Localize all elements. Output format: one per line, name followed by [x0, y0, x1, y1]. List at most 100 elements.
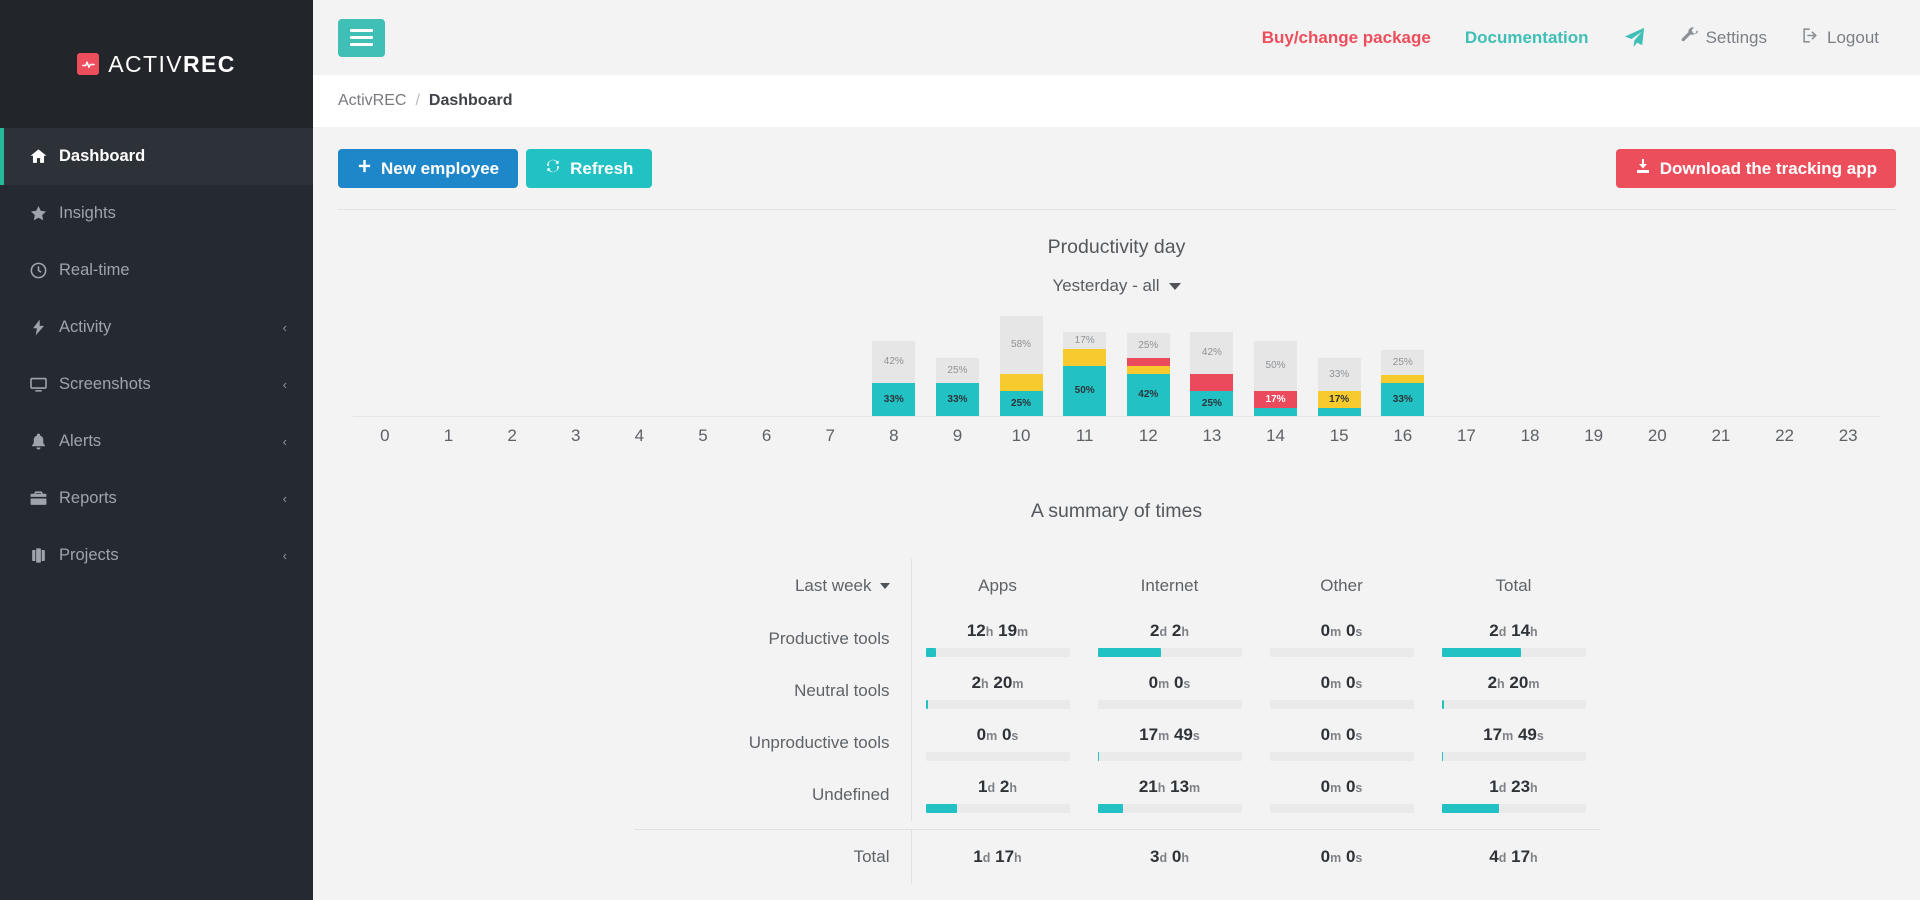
chart-bar-hour-11[interactable]: 17% 50% — [1063, 332, 1107, 416]
table-total-row: Total 1d 17h 3d 0h 0m 0s 4d 17h — [634, 830, 1600, 884]
chart-bar-hour-16[interactable]: 25% 33% — [1381, 350, 1425, 416]
chart-segment-productive: 25% — [1190, 391, 1234, 416]
cell-value: 2d 2h — [1150, 621, 1189, 640]
productivity-range-selector[interactable]: Yesterday - all — [313, 276, 1920, 296]
sidebar: ACTIVREC Dashboard Insights Real-time Activ… — [0, 0, 313, 900]
xaxis-tick-15: 15 — [1329, 426, 1349, 445]
breadcrumb-root[interactable]: ActivREC — [338, 92, 406, 110]
summary-table-head: Last week Apps Internet Other Total — [634, 559, 1600, 613]
download-tracking-app-button[interactable]: Download the tracking app — [1615, 149, 1896, 188]
cell-progress-track — [1441, 804, 1586, 813]
chart-segment-productive: 33% — [1381, 383, 1425, 416]
settings-label: Settings — [1705, 27, 1767, 47]
sidebar-item-reports[interactable]: Reports ‹ — [0, 470, 313, 527]
chart-bar-hour-14[interactable]: 50% 17% — [1254, 341, 1298, 416]
chart-segment-undefined: 17% — [1063, 332, 1107, 349]
pulse-icon — [77, 53, 100, 75]
brand-logo[interactable]: ACTIVREC — [0, 0, 313, 128]
column-header-other: Other — [1320, 576, 1363, 595]
sidebar-item-label: Insights — [59, 204, 116, 222]
xaxis-tick-16: 16 — [1393, 426, 1413, 445]
sidebar-item-alerts[interactable]: Alerts ‹ — [0, 413, 313, 470]
chevron-left-icon: ‹ — [282, 377, 287, 392]
new-employee-button[interactable]: New employee — [338, 149, 519, 188]
chart-bar-hour-10[interactable]: 58% 25% — [999, 316, 1043, 416]
cell-progress-track — [925, 700, 1070, 709]
paper-plane-icon[interactable] — [1606, 26, 1663, 49]
chevron-down-icon — [879, 583, 890, 589]
chart-slot-0 — [353, 312, 417, 416]
xaxis-tick-19: 19 — [1584, 426, 1604, 445]
star-icon — [29, 204, 59, 223]
hamburger-icon[interactable] — [338, 18, 385, 57]
refresh-button[interactable]: Refresh — [526, 149, 653, 188]
table-header-row: Last week Apps Internet Other Total — [634, 559, 1600, 613]
chart-segment-undefined: 42% — [1190, 332, 1234, 374]
xaxis-tick-11: 11 — [1075, 426, 1094, 445]
table-cell-internet: 0m 0s — [1084, 673, 1256, 709]
chart-bar-hour-15[interactable]: 33% 17% — [1317, 358, 1361, 416]
cell-value: 3d 0h — [1150, 847, 1189, 866]
sidebar-item-dashboard[interactable]: Dashboard — [0, 128, 313, 185]
table-cell-internet: 2d 2h — [1084, 621, 1256, 657]
row-label: Undefined — [634, 769, 912, 821]
cell-value: 2h 20m — [1487, 673, 1540, 692]
cell-progress-fill — [1097, 804, 1124, 813]
xaxis-tick-18: 18 — [1520, 426, 1540, 445]
chart-segment-unproductive: 17% — [1254, 391, 1298, 408]
cell-value: 0m 0s — [1148, 673, 1191, 692]
refresh-label: Refresh — [570, 158, 634, 178]
table-cell-apps: 0m 0s — [912, 725, 1084, 761]
xaxis-tick-2: 2 — [507, 426, 517, 445]
cell-progress-fill — [1441, 752, 1443, 761]
documentation-link[interactable]: Documentation — [1448, 28, 1606, 48]
chart-bar-hour-12[interactable]: 25% 42% — [1126, 333, 1170, 416]
row-label: Unproductive tools — [634, 717, 912, 769]
productivity-range-label: Yesterday - all — [1052, 276, 1160, 295]
xaxis-tick-5: 5 — [698, 426, 708, 445]
column-header-total: Total — [1495, 576, 1532, 595]
chart-segment-neutral — [1381, 375, 1425, 383]
chart-segment-neutral — [999, 374, 1043, 391]
sidebar-item-activity[interactable]: Activity ‹ — [0, 299, 313, 356]
chart-slot-9: 25% 33% — [926, 312, 990, 416]
briefcase-icon — [29, 489, 59, 508]
cell-progress-track — [1097, 700, 1242, 709]
logout-link[interactable]: Logout — [1784, 26, 1896, 50]
chart-slot-21 — [1689, 312, 1753, 416]
chart-slot-20 — [1626, 312, 1690, 416]
chart-slot-12: 25% 42% — [1117, 312, 1181, 416]
summary-period-selector[interactable]: Last week — [634, 559, 912, 613]
total-row-label: Total — [634, 830, 912, 884]
sidebar-item-projects[interactable]: Projects ‹ — [0, 527, 313, 584]
buy-change-package-link[interactable]: Buy/change package — [1245, 28, 1448, 48]
table-cell-internet: 17m 49s — [1084, 725, 1256, 761]
bell-icon — [29, 432, 59, 451]
chart-slot-13: 42% 25% — [1180, 312, 1244, 416]
table-cell-other: 0m 0s — [1256, 621, 1428, 657]
sidebar-item-insights[interactable]: Insights — [0, 185, 313, 242]
cell-progress-track — [1097, 752, 1242, 761]
cell-value: 2d 14h — [1489, 621, 1538, 640]
xaxis-tick-23: 23 — [1838, 426, 1858, 445]
chart-slot-10: 58% 25% — [989, 312, 1053, 416]
sidebar-item-real-time[interactable]: Real-time — [0, 242, 313, 299]
chart-bar-hour-8[interactable]: 42% 33% — [872, 341, 916, 416]
settings-link[interactable]: Settings — [1663, 26, 1784, 50]
sidebar-item-label: Real-time — [59, 261, 130, 279]
sidebar-item-screenshots[interactable]: Screenshots ‹ — [0, 356, 313, 413]
cell-value: 0m 0s — [1320, 847, 1363, 866]
summary-table: Last week Apps Internet Other Total Prod… — [633, 559, 1600, 884]
table-cell-other: 0m 0s — [1256, 777, 1428, 813]
row-label: Neutral tools — [634, 665, 912, 717]
chart-bar-hour-9[interactable]: 25% 33% — [935, 358, 979, 416]
cell-progress-fill — [925, 804, 958, 813]
total-cell-total: 4d 17h — [1428, 847, 1600, 867]
cell-progress-track — [925, 804, 1070, 813]
chart-bar-hour-13[interactable]: 42% 25% — [1190, 332, 1234, 416]
chart-segment-neutral — [1063, 349, 1107, 366]
download-icon — [1635, 158, 1651, 179]
xaxis-tick-1: 1 — [443, 426, 454, 445]
suitcase-icon — [29, 546, 59, 565]
home-icon — [29, 147, 59, 166]
